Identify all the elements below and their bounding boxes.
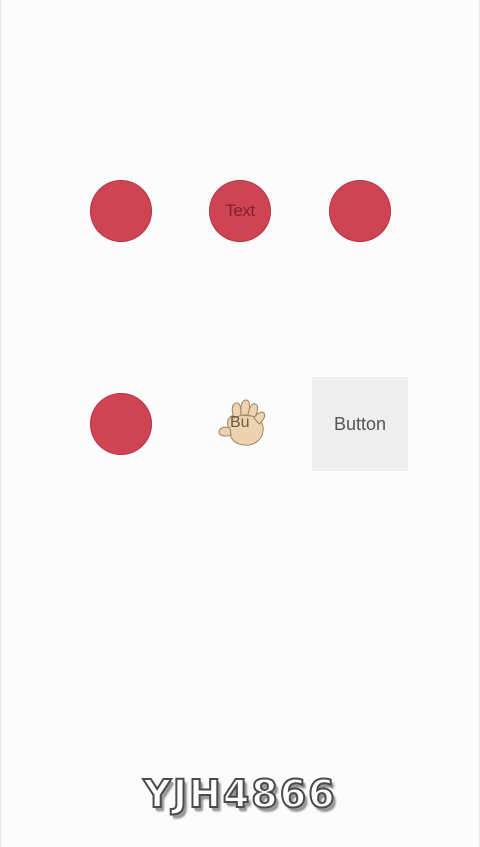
watermark-text: YJH4866 xyxy=(142,771,337,817)
circle-button-top-left[interactable] xyxy=(90,180,152,242)
circle-button-top-right[interactable] xyxy=(329,180,391,242)
hand-button-label: Bu xyxy=(230,414,250,431)
hand-button[interactable]: Bu xyxy=(214,398,270,450)
app-screen: Text Bu Button YJH4866 xyxy=(0,0,480,847)
square-button[interactable]: Button xyxy=(312,377,408,471)
left-edge-divider xyxy=(0,0,1,847)
circle-button-bottom-left[interactable] xyxy=(90,393,152,455)
circle-button-text[interactable]: Text xyxy=(209,180,271,242)
